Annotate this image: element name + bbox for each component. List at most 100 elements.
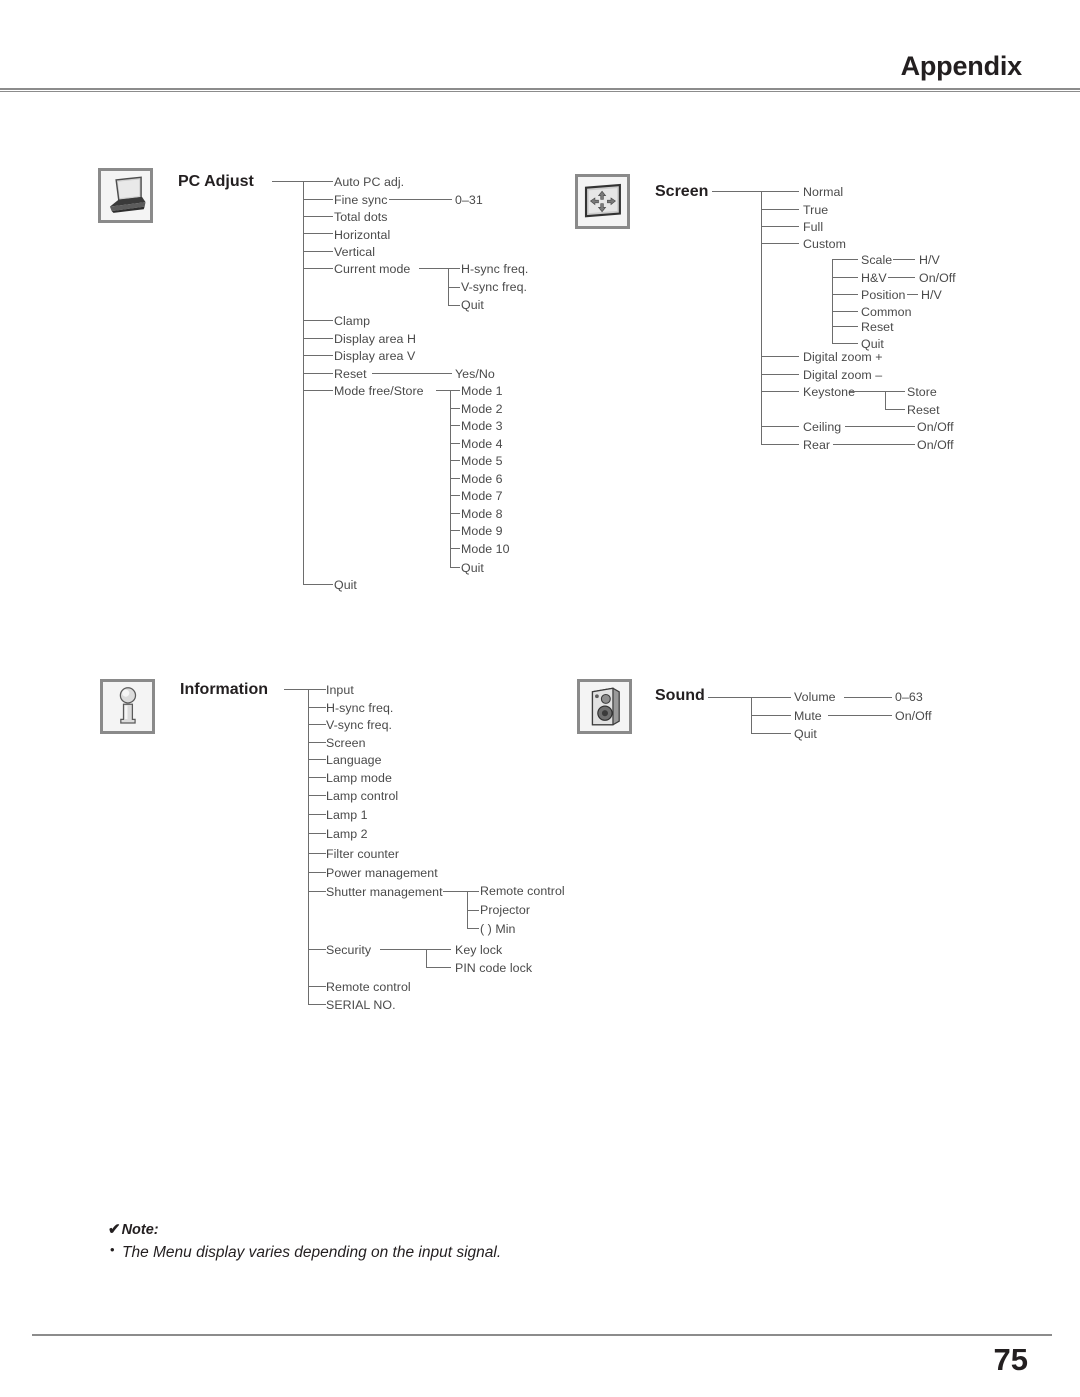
menu-item: Horizontal: [334, 228, 391, 242]
menu-subitem: Remote control: [480, 884, 565, 898]
connector: [761, 374, 799, 375]
connector: [308, 949, 326, 950]
note-list-item: • The Menu display varies depending on th…: [108, 1241, 628, 1263]
menu-item: Remote control: [326, 980, 411, 994]
menu-item: Security: [326, 943, 372, 957]
menu-subitem: Store: [907, 385, 937, 399]
connector: [308, 759, 326, 760]
header-divider: [0, 88, 1080, 92]
menu-item: Reset: [334, 367, 367, 381]
connector: [761, 209, 799, 210]
connector: [450, 513, 460, 514]
connector: [284, 689, 310, 690]
menu-subitem: Mode 6: [461, 472, 503, 486]
menu-item: Total dots: [334, 210, 388, 224]
connector: [308, 777, 326, 778]
menu-subitem: Quit: [461, 298, 484, 312]
connector: [308, 833, 326, 834]
menu-subitem: Key lock: [455, 943, 503, 957]
menu-item: Fine sync: [334, 193, 388, 207]
connector: [467, 928, 479, 929]
menu-item: Ceiling: [803, 420, 842, 434]
connector: [761, 391, 799, 392]
note-heading: ✔Note:: [108, 1221, 628, 1239]
menu-subitem: H-sync freq.: [461, 262, 529, 276]
menu-item-value: On/Off: [917, 420, 954, 434]
connector: [303, 390, 333, 391]
menu-item: Lamp mode: [326, 771, 392, 785]
connector: [389, 199, 452, 200]
connector: [308, 724, 326, 725]
connector: [419, 268, 448, 269]
connector: [751, 715, 791, 716]
connector: [761, 356, 799, 357]
menu-title-screen: Screen: [655, 183, 709, 200]
connector: [833, 444, 915, 445]
connector: [450, 548, 460, 549]
connector: [751, 733, 791, 734]
menu-item: Normal: [803, 185, 844, 199]
connector: [832, 259, 833, 343]
menu-item: Lamp 1: [326, 808, 368, 822]
menu-item: Quit: [794, 727, 817, 741]
menu-item: Custom: [803, 237, 846, 251]
menu-title-information: Information: [180, 681, 268, 698]
connector: [832, 277, 858, 278]
connector: [308, 891, 326, 892]
connector: [308, 707, 326, 708]
menu-subitem-value: H/V: [919, 253, 940, 267]
menu-item: Language: [326, 753, 382, 767]
menu-item: Vertical: [334, 245, 376, 259]
connector: [443, 891, 467, 892]
bullet-icon: •: [110, 1241, 115, 1257]
screen-icon: [575, 174, 630, 229]
connector: [761, 426, 799, 427]
laptop-icon: [98, 168, 153, 223]
menu-item: V-sync freq.: [326, 718, 393, 732]
connector: [885, 391, 905, 392]
connector: [761, 191, 762, 444]
check-icon: ✔: [108, 1221, 121, 1238]
menu-subitem: Quit: [461, 561, 484, 575]
connector: [832, 343, 858, 344]
menu-subitem: Projector: [480, 903, 531, 917]
connector: [426, 949, 451, 950]
connector: [761, 243, 799, 244]
menu-subitem: Mode 4: [461, 437, 503, 451]
connector: [845, 426, 915, 427]
connector: [832, 294, 858, 295]
connector: [450, 390, 460, 391]
menu-item: SERIAL NO.: [326, 998, 396, 1012]
connector: [450, 408, 460, 409]
connector: [751, 697, 791, 698]
menu-subitem: Reset: [907, 403, 940, 417]
connector: [450, 495, 460, 496]
menu-item: Power management: [326, 866, 438, 880]
connector: [850, 391, 885, 392]
menu-subitem: Mode 5: [461, 454, 503, 468]
information-icon: [100, 679, 155, 734]
connector: [303, 584, 333, 585]
speaker-icon: [577, 679, 632, 734]
connector: [303, 181, 333, 182]
connector: [426, 949, 427, 967]
page-title: Appendix: [900, 51, 1023, 81]
connector: [303, 268, 333, 269]
connector: [308, 689, 326, 690]
note-list: • The Menu display varies depending on th…: [108, 1241, 628, 1263]
connector: [303, 181, 304, 584]
menu-title-sound: Sound: [655, 687, 705, 704]
menu-subitem: V-sync freq.: [461, 280, 528, 294]
connector: [426, 967, 451, 968]
menu-item: Digital zoom –: [803, 368, 883, 382]
menu-item: Display area H: [334, 332, 416, 346]
connector: [761, 226, 799, 227]
connector: [303, 233, 333, 234]
menu-item: Auto PC adj.: [334, 175, 405, 189]
connector: [303, 320, 333, 321]
menu-subitem: Mode 10: [461, 542, 510, 556]
menu-subitem: Mode 9: [461, 524, 503, 538]
connector: [450, 567, 460, 568]
menu-subitem-value: On/Off: [919, 271, 956, 285]
menu-title-pc-adjust: PC Adjust: [178, 173, 254, 190]
